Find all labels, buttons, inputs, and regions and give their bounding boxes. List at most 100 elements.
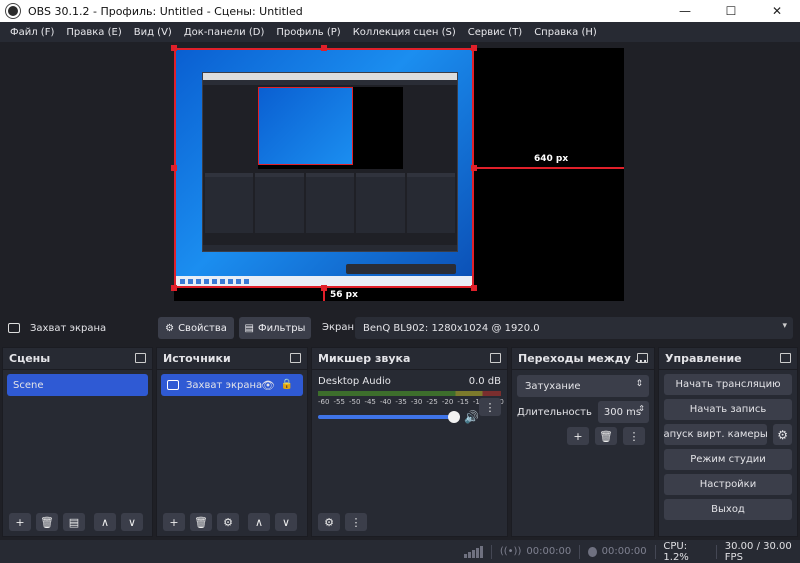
filters-button[interactable]: ▤ Фильтры [239, 317, 311, 339]
undock-icon[interactable] [290, 353, 301, 363]
start-virtual-camera-button[interactable]: апуск вирт. камеры [664, 424, 768, 445]
vertical-guide-line [323, 288, 325, 301]
advanced-audio-button[interactable]: ⚙ [318, 513, 340, 531]
virtual-camera-settings-gear-icon[interactable]: ⚙ [773, 424, 792, 445]
remove-source-button[interactable]: 🗑 [190, 513, 212, 531]
add-source-button[interactable]: + [163, 513, 185, 531]
chevron-down-icon: ▾ [782, 321, 787, 331]
scene-list-item[interactable]: Scene [7, 374, 148, 396]
controls-dock: Управление Начать трансляцию Начать запи… [658, 347, 798, 537]
eye-icon[interactable]: 👁 [261, 379, 275, 392]
source-name: Захват экрана [186, 379, 263, 391]
undock-icon[interactable] [637, 353, 648, 363]
close-button[interactable]: ✕ [754, 0, 800, 22]
preview-canvas[interactable]: 640 px 56 px [171, 45, 624, 301]
add-scene-button[interactable]: + [9, 513, 31, 531]
speaker-icon[interactable]: 🔊 [464, 410, 479, 424]
add-transition-button[interactable]: + [567, 427, 589, 445]
nested-preview [258, 87, 403, 169]
track-level: 0.0 dB [468, 376, 501, 387]
menu-file[interactable]: Файл (F) [4, 27, 60, 38]
exit-button[interactable]: Выход [664, 499, 792, 520]
lock-icon[interactable]: 🔒 [281, 379, 293, 390]
minimize-button[interactable]: — [662, 0, 708, 22]
preview-area[interactable]: 640 px 56 px [0, 42, 800, 312]
transitions-dock: Переходы между ... Затухание ⇕ Длительно… [511, 347, 655, 537]
controls-title: Управление [665, 352, 742, 365]
settings-button[interactable]: Настройки [664, 474, 792, 495]
mixer-menu-button[interactable]: ⋮ [345, 513, 367, 531]
filters-label: Фильтры [257, 322, 306, 334]
undock-icon[interactable] [490, 353, 501, 363]
fps-readout: 30.00 / 30.00 FPS [724, 540, 792, 563]
remove-scene-button[interactable]: 🗑 [36, 513, 58, 531]
network-signal-icon [464, 545, 483, 558]
properties-button[interactable]: ⚙ Свойства [158, 317, 234, 339]
resize-handle[interactable] [171, 165, 177, 171]
gear-icon: ⚙ [165, 322, 175, 334]
monitor-icon [167, 380, 179, 390]
start-recording-button[interactable]: Начать запись [664, 399, 792, 420]
menu-docks[interactable]: Док-панели (D) [178, 27, 271, 38]
resize-handle[interactable] [471, 285, 477, 291]
undock-icon[interactable] [135, 353, 146, 363]
screen-select-value: BenQ BL902: 1280x1024 @ 1920.0 [363, 322, 540, 334]
title-bar: OBS 30.1.2 - Профиль: Untitled - Сцены: … [0, 0, 800, 22]
vertical-guide-label: 56 px [330, 290, 358, 300]
resize-handle[interactable] [321, 45, 327, 51]
resize-handle[interactable] [471, 45, 477, 51]
source-toolbar: Захват экрана ⚙ Свойства ▤ Фильтры Экран… [0, 313, 800, 343]
start-streaming-button[interactable]: Начать трансляцию [664, 374, 792, 395]
volume-slider-knob[interactable] [448, 411, 460, 423]
audio-track: Desktop Audio 0.0 dB -60 -55 -50 -45 -40 -35-… [312, 370, 507, 424]
stream-icon: ((•)) [499, 546, 522, 557]
screen-capture-source[interactable] [174, 48, 474, 288]
meter-scale: -60-55-50-45-40-35-30-25-20-15-10-50 [318, 398, 504, 406]
menu-scene-collection[interactable]: Коллекция сцен (S) [347, 27, 462, 38]
window-title: OBS 30.1.2 - Профиль: Untitled - Сцены: … [28, 4, 303, 18]
scene-filters-button[interactable]: ▤ [63, 513, 85, 531]
horizontal-guide-line [474, 167, 624, 169]
menu-tools[interactable]: Сервис (T) [462, 27, 528, 38]
menu-bar: Файл (F) Правка (E) Вид (V) Док-панели (… [0, 22, 800, 42]
move-source-up-button[interactable]: ∧ [248, 513, 270, 531]
chevron-updown-icon: ⇕ [635, 379, 643, 389]
scenes-dock: Сцены Scene + 🗑 ▤ ∧ ∨ [2, 347, 153, 537]
move-source-down-button[interactable]: ∨ [275, 513, 297, 531]
remove-transition-button[interactable]: 🗑 [595, 427, 617, 445]
nested-source [258, 87, 353, 165]
maximize-button[interactable]: ☐ [708, 0, 754, 22]
obs-logo-icon [6, 4, 20, 18]
track-name: Desktop Audio [318, 376, 391, 387]
studio-mode-button[interactable]: Режим студии [664, 449, 792, 470]
track-menu-button[interactable]: ⋮ [479, 398, 501, 416]
mixer-title: Микшер звука [318, 352, 411, 365]
properties-label: Свойства [178, 322, 227, 334]
screen-select[interactable]: BenQ BL902: 1280x1024 @ 1920.0 ▾ [355, 317, 793, 339]
volume-slider[interactable] [318, 411, 460, 423]
transition-select[interactable]: Затухание ⇕ [517, 375, 649, 397]
menu-help[interactable]: Справка (H) [528, 27, 603, 38]
scenes-title: Сцены [9, 352, 51, 365]
undock-icon[interactable] [780, 353, 791, 363]
source-list-item[interactable]: Захват экрана 👁 🔒 [161, 374, 303, 396]
stream-time: 00:00:00 [526, 546, 572, 557]
nested-obs-window [202, 72, 458, 252]
resize-handle[interactable] [171, 45, 177, 51]
move-scene-down-button[interactable]: ∨ [121, 513, 143, 531]
spinner-icon[interactable]: ⇕ [638, 404, 645, 413]
resize-handle[interactable] [171, 285, 177, 291]
sources-title: Источники [163, 352, 231, 365]
source-properties-button[interactable]: ⚙ [217, 513, 239, 531]
cpu-usage: CPU: 1.2% [663, 540, 689, 563]
move-scene-up-button[interactable]: ∧ [94, 513, 116, 531]
duration-label: Длительность [517, 406, 592, 418]
transition-menu-button[interactable]: ⋮ [623, 427, 645, 445]
duration-input[interactable]: 300 ms ⇕ [597, 401, 649, 423]
transition-value: Затухание [525, 380, 581, 392]
volume-meter [318, 391, 501, 396]
menu-view[interactable]: Вид (V) [128, 27, 178, 38]
menu-edit[interactable]: Правка (E) [60, 27, 127, 38]
menu-profile[interactable]: Профиль (P) [270, 27, 346, 38]
status-bar: ((•)) 00:00:00 00:00:00 CPU: 1.2% 30.00 … [0, 540, 800, 563]
